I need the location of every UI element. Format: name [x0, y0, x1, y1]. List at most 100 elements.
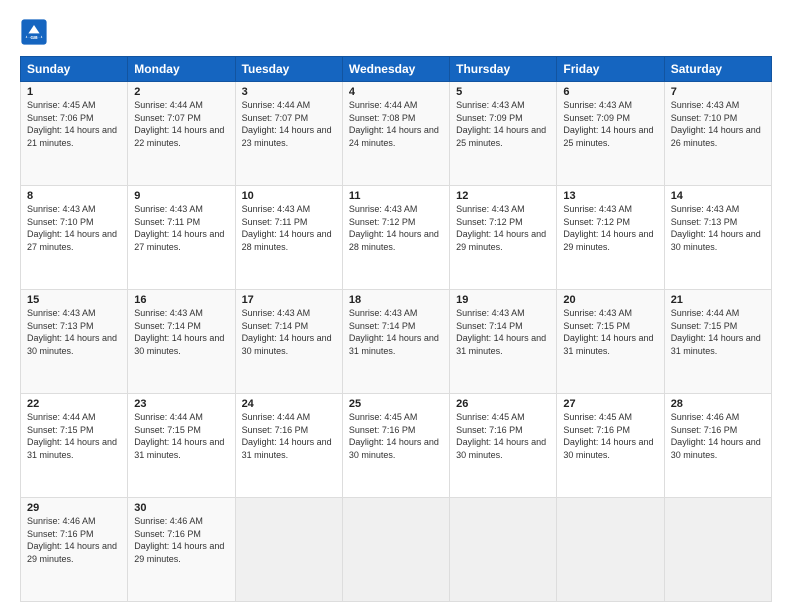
day-number: 23: [134, 398, 228, 410]
day-number: 15: [27, 294, 121, 306]
day-info: Sunrise: 4:43 AMSunset: 7:09 PMDaylight:…: [563, 100, 653, 148]
day-info: Sunrise: 4:43 AMSunset: 7:13 PMDaylight:…: [27, 308, 117, 356]
calendar-cell: 26 Sunrise: 4:45 AMSunset: 7:16 PMDaylig…: [450, 394, 557, 498]
day-info: Sunrise: 4:43 AMSunset: 7:09 PMDaylight:…: [456, 100, 546, 148]
day-number: 6: [563, 86, 657, 98]
day-info: Sunrise: 4:45 AMSunset: 7:06 PMDaylight:…: [27, 100, 117, 148]
day-info: Sunrise: 4:45 AMSunset: 7:16 PMDaylight:…: [456, 412, 546, 460]
day-number: 5: [456, 86, 550, 98]
day-info: Sunrise: 4:45 AMSunset: 7:16 PMDaylight:…: [563, 412, 653, 460]
calendar-cell: 9 Sunrise: 4:43 AMSunset: 7:11 PMDayligh…: [128, 186, 235, 290]
day-info: Sunrise: 4:43 AMSunset: 7:11 PMDaylight:…: [242, 204, 332, 252]
calendar-cell: 21 Sunrise: 4:44 AMSunset: 7:15 PMDaylig…: [664, 290, 771, 394]
day-number: 4: [349, 86, 443, 98]
calendar-cell: 7 Sunrise: 4:43 AMSunset: 7:10 PMDayligh…: [664, 82, 771, 186]
logo-icon: GB: [20, 18, 48, 46]
day-info: Sunrise: 4:43 AMSunset: 7:12 PMDaylight:…: [349, 204, 439, 252]
day-info: Sunrise: 4:43 AMSunset: 7:12 PMDaylight:…: [456, 204, 546, 252]
day-number: 13: [563, 190, 657, 202]
day-info: Sunrise: 4:43 AMSunset: 7:10 PMDaylight:…: [671, 100, 761, 148]
day-info: Sunrise: 4:43 AMSunset: 7:13 PMDaylight:…: [671, 204, 761, 252]
calendar-cell: 13 Sunrise: 4:43 AMSunset: 7:12 PMDaylig…: [557, 186, 664, 290]
day-number: 9: [134, 190, 228, 202]
day-number: 20: [563, 294, 657, 306]
calendar-cell: 18 Sunrise: 4:43 AMSunset: 7:14 PMDaylig…: [342, 290, 449, 394]
week-row-2: 8 Sunrise: 4:43 AMSunset: 7:10 PMDayligh…: [21, 186, 772, 290]
day-info: Sunrise: 4:43 AMSunset: 7:14 PMDaylight:…: [349, 308, 439, 356]
week-row-4: 22 Sunrise: 4:44 AMSunset: 7:15 PMDaylig…: [21, 394, 772, 498]
day-number: 1: [27, 86, 121, 98]
day-number: 16: [134, 294, 228, 306]
day-number: 21: [671, 294, 765, 306]
week-row-5: 29 Sunrise: 4:46 AMSunset: 7:16 PMDaylig…: [21, 498, 772, 602]
week-row-1: 1 Sunrise: 4:45 AMSunset: 7:06 PMDayligh…: [21, 82, 772, 186]
calendar-table: SundayMondayTuesdayWednesdayThursdayFrid…: [20, 56, 772, 602]
calendar-cell: [664, 498, 771, 602]
day-info: Sunrise: 4:46 AMSunset: 7:16 PMDaylight:…: [671, 412, 761, 460]
calendar-cell: 19 Sunrise: 4:43 AMSunset: 7:14 PMDaylig…: [450, 290, 557, 394]
day-info: Sunrise: 4:44 AMSunset: 7:07 PMDaylight:…: [134, 100, 224, 148]
calendar-cell: 8 Sunrise: 4:43 AMSunset: 7:10 PMDayligh…: [21, 186, 128, 290]
calendar-cell: 23 Sunrise: 4:44 AMSunset: 7:15 PMDaylig…: [128, 394, 235, 498]
calendar-cell: 24 Sunrise: 4:44 AMSunset: 7:16 PMDaylig…: [235, 394, 342, 498]
day-number: 18: [349, 294, 443, 306]
day-number: 14: [671, 190, 765, 202]
day-number: 12: [456, 190, 550, 202]
day-info: Sunrise: 4:43 AMSunset: 7:11 PMDaylight:…: [134, 204, 224, 252]
calendar-cell: 16 Sunrise: 4:43 AMSunset: 7:14 PMDaylig…: [128, 290, 235, 394]
day-number: 2: [134, 86, 228, 98]
day-number: 28: [671, 398, 765, 410]
weekday-header-monday: Monday: [128, 57, 235, 82]
day-number: 27: [563, 398, 657, 410]
weekday-header-tuesday: Tuesday: [235, 57, 342, 82]
day-info: Sunrise: 4:46 AMSunset: 7:16 PMDaylight:…: [134, 516, 224, 564]
day-info: Sunrise: 4:46 AMSunset: 7:16 PMDaylight:…: [27, 516, 117, 564]
calendar-cell: 28 Sunrise: 4:46 AMSunset: 7:16 PMDaylig…: [664, 394, 771, 498]
weekday-header-sunday: Sunday: [21, 57, 128, 82]
day-info: Sunrise: 4:43 AMSunset: 7:14 PMDaylight:…: [456, 308, 546, 356]
weekday-header-wednesday: Wednesday: [342, 57, 449, 82]
calendar-cell: 15 Sunrise: 4:43 AMSunset: 7:13 PMDaylig…: [21, 290, 128, 394]
calendar-cell: 1 Sunrise: 4:45 AMSunset: 7:06 PMDayligh…: [21, 82, 128, 186]
day-number: 30: [134, 502, 228, 514]
week-row-3: 15 Sunrise: 4:43 AMSunset: 7:13 PMDaylig…: [21, 290, 772, 394]
day-number: 11: [349, 190, 443, 202]
weekday-header-friday: Friday: [557, 57, 664, 82]
calendar-cell: 2 Sunrise: 4:44 AMSunset: 7:07 PMDayligh…: [128, 82, 235, 186]
calendar-cell: [450, 498, 557, 602]
calendar-cell: 27 Sunrise: 4:45 AMSunset: 7:16 PMDaylig…: [557, 394, 664, 498]
page: GB SundayMondayTuesdayWednesdayThursdayF…: [0, 0, 792, 612]
calendar-cell: 5 Sunrise: 4:43 AMSunset: 7:09 PMDayligh…: [450, 82, 557, 186]
logo: GB: [20, 16, 50, 46]
calendar-cell: 22 Sunrise: 4:44 AMSunset: 7:15 PMDaylig…: [21, 394, 128, 498]
calendar-cell: 6 Sunrise: 4:43 AMSunset: 7:09 PMDayligh…: [557, 82, 664, 186]
calendar-cell: 25 Sunrise: 4:45 AMSunset: 7:16 PMDaylig…: [342, 394, 449, 498]
day-info: Sunrise: 4:44 AMSunset: 7:15 PMDaylight:…: [27, 412, 117, 460]
calendar-cell: 10 Sunrise: 4:43 AMSunset: 7:11 PMDaylig…: [235, 186, 342, 290]
calendar-cell: 11 Sunrise: 4:43 AMSunset: 7:12 PMDaylig…: [342, 186, 449, 290]
day-info: Sunrise: 4:44 AMSunset: 7:15 PMDaylight:…: [671, 308, 761, 356]
day-info: Sunrise: 4:43 AMSunset: 7:14 PMDaylight:…: [134, 308, 224, 356]
day-number: 3: [242, 86, 336, 98]
day-info: Sunrise: 4:43 AMSunset: 7:10 PMDaylight:…: [27, 204, 117, 252]
day-info: Sunrise: 4:43 AMSunset: 7:14 PMDaylight:…: [242, 308, 332, 356]
day-number: 8: [27, 190, 121, 202]
calendar-cell: 20 Sunrise: 4:43 AMSunset: 7:15 PMDaylig…: [557, 290, 664, 394]
day-number: 17: [242, 294, 336, 306]
day-number: 25: [349, 398, 443, 410]
calendar-cell: [235, 498, 342, 602]
day-info: Sunrise: 4:43 AMSunset: 7:12 PMDaylight:…: [563, 204, 653, 252]
day-info: Sunrise: 4:44 AMSunset: 7:07 PMDaylight:…: [242, 100, 332, 148]
calendar-cell: [557, 498, 664, 602]
calendar-cell: 30 Sunrise: 4:46 AMSunset: 7:16 PMDaylig…: [128, 498, 235, 602]
weekday-header-saturday: Saturday: [664, 57, 771, 82]
calendar-cell: [342, 498, 449, 602]
calendar-cell: 17 Sunrise: 4:43 AMSunset: 7:14 PMDaylig…: [235, 290, 342, 394]
calendar-cell: 12 Sunrise: 4:43 AMSunset: 7:12 PMDaylig…: [450, 186, 557, 290]
calendar-cell: 3 Sunrise: 4:44 AMSunset: 7:07 PMDayligh…: [235, 82, 342, 186]
day-number: 29: [27, 502, 121, 514]
header: GB: [20, 16, 772, 46]
day-info: Sunrise: 4:44 AMSunset: 7:08 PMDaylight:…: [349, 100, 439, 148]
svg-text:GB: GB: [30, 35, 38, 41]
day-info: Sunrise: 4:44 AMSunset: 7:15 PMDaylight:…: [134, 412, 224, 460]
